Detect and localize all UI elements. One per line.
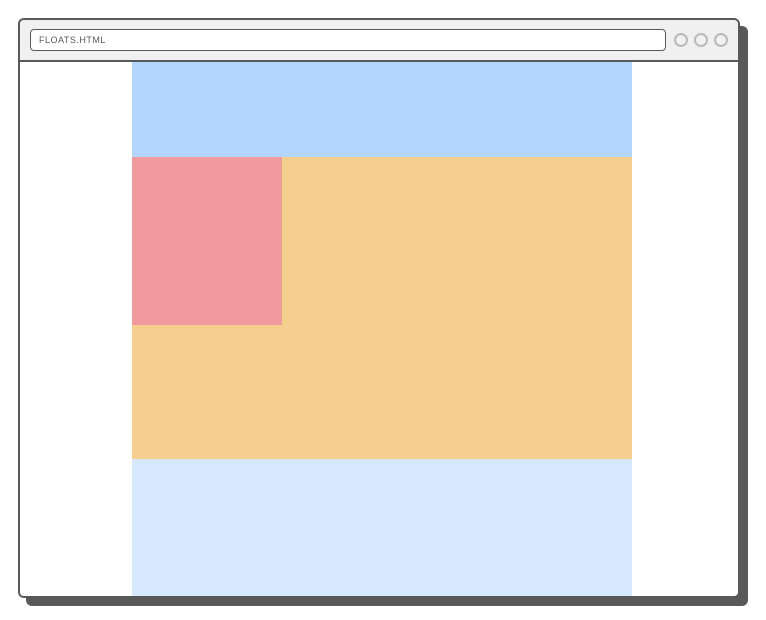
menu-block (132, 62, 632, 157)
close-icon[interactable] (714, 33, 728, 47)
url-text: FLOATS.HTML (39, 35, 106, 45)
maximize-icon[interactable] (694, 33, 708, 47)
sidebar-block (132, 157, 282, 325)
content-area (132, 157, 632, 459)
titlebar: FLOATS.HTML (20, 20, 738, 62)
browser-window: FLOATS.HTML (18, 18, 740, 598)
minimize-icon[interactable] (674, 33, 688, 47)
viewport (20, 62, 738, 596)
window-controls (674, 33, 728, 47)
page-container (132, 62, 632, 596)
url-bar[interactable]: FLOATS.HTML (30, 29, 666, 51)
footer-block (132, 459, 632, 596)
